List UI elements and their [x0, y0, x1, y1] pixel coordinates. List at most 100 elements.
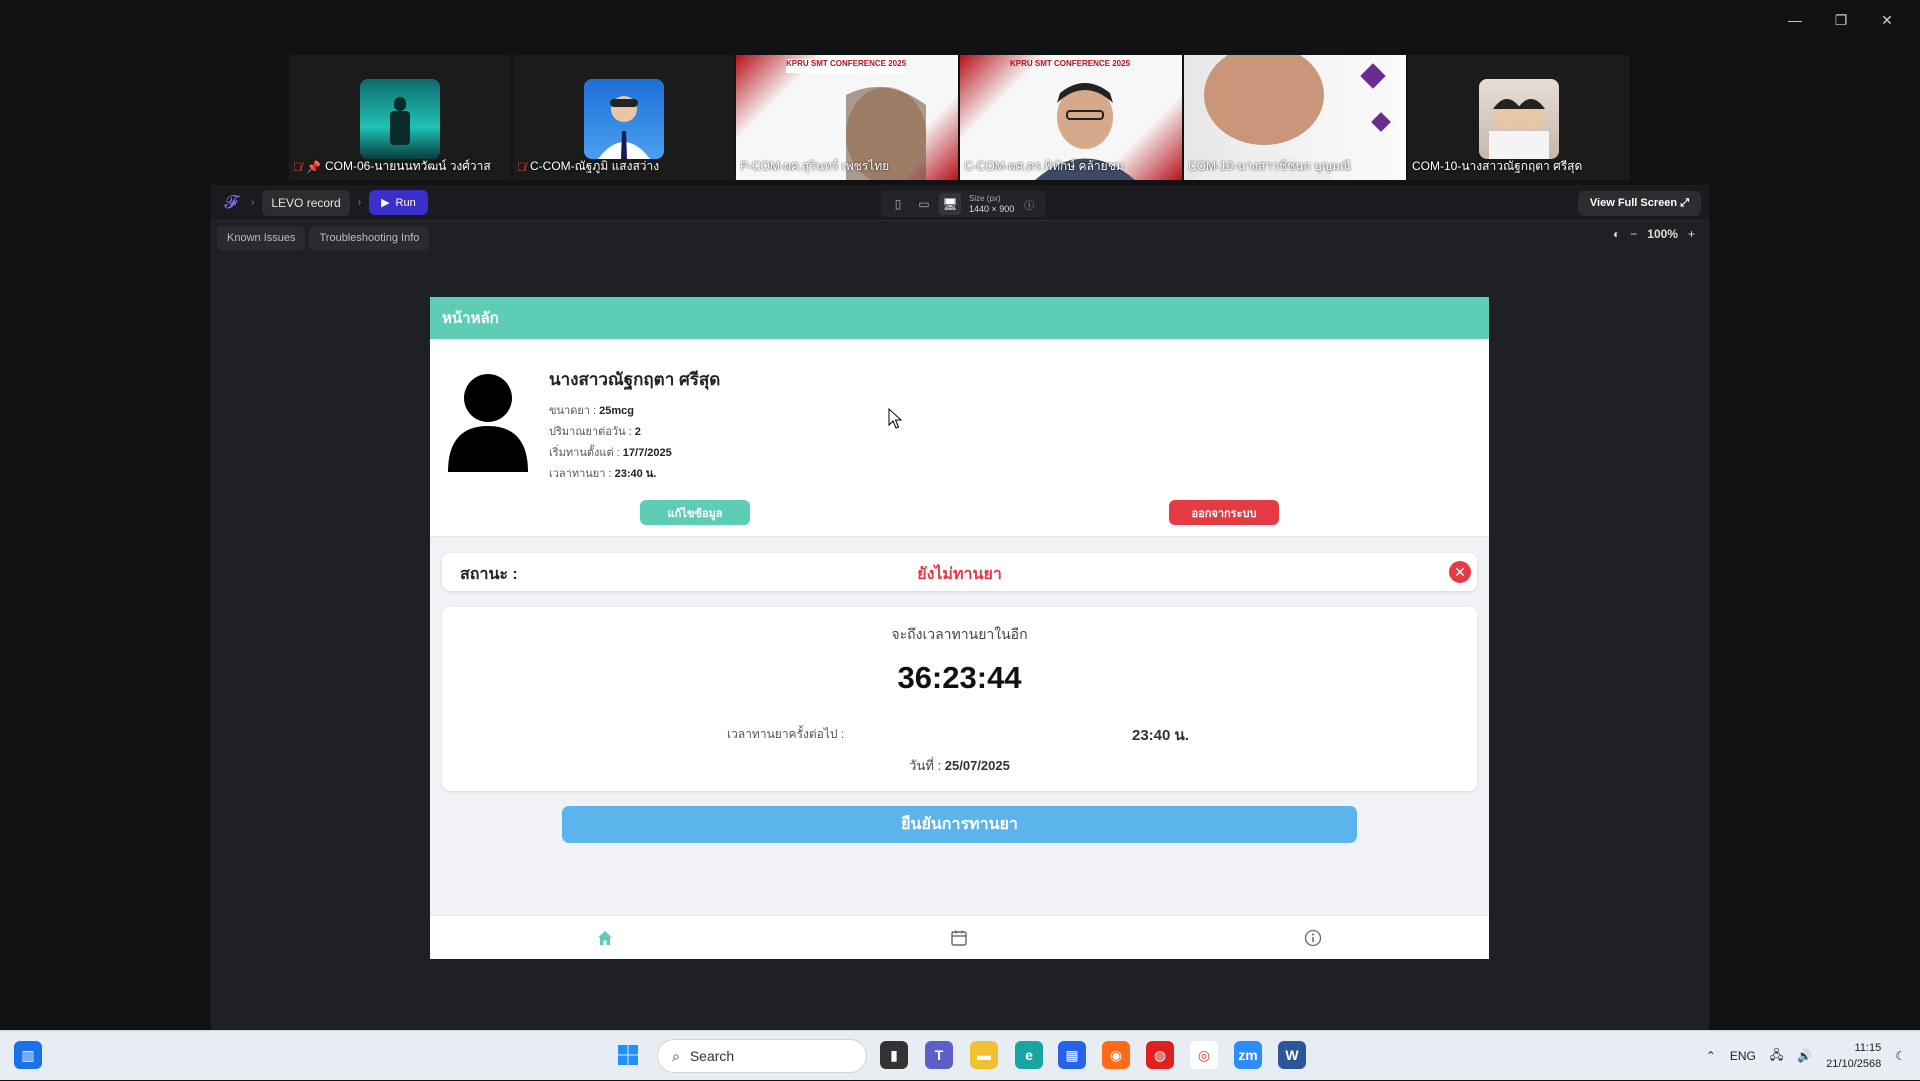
countdown-card: จะถึงเวลาทานยาในอีก 36:23:44 เวลาทานยาคร…	[442, 607, 1477, 791]
run-button[interactable]: ▶ Run	[369, 190, 428, 215]
desktop-icon[interactable]: 🖥	[939, 193, 961, 215]
info-icon[interactable]: ⓘ	[1018, 193, 1040, 215]
participant-name: P-COM-ผศ.สุรินทร์ เพชรไทย	[740, 159, 890, 173]
restore-icon[interactable]: ❐	[1818, 8, 1864, 32]
zoom-icon[interactable]: zm	[1234, 1041, 1262, 1069]
play-icon: ▶	[381, 197, 390, 209]
builder-subbar: Known Issues Troubleshooting Info ◐ − 10…	[211, 221, 1709, 255]
status-label: สถานะ :	[460, 566, 518, 583]
participant-name: C-COM-ณัฐภูมิ แสงสว่าง	[530, 159, 660, 173]
search-icon: ⌕	[672, 1047, 680, 1064]
bottom-nav	[430, 915, 1489, 959]
time-value: 23:40 น.	[614, 468, 657, 480]
expand-icon: ⤢	[1680, 197, 1689, 209]
word-icon[interactable]: W	[1278, 1041, 1306, 1069]
notification-icon[interactable]: ☾	[1895, 1049, 1906, 1063]
widgets-icon[interactable]: ▥	[14, 1041, 42, 1069]
date-label: วันที่ :	[909, 758, 942, 773]
view-full-screen-button[interactable]: View Full Screen ⤢	[1577, 191, 1701, 216]
participant-avatar	[1479, 79, 1559, 159]
start-label: เริ่มทานตั้งแต่ :	[549, 447, 620, 459]
participant-tile[interactable]: COM-10-นางสาวณัฐกฤตา ศรีสุด	[1408, 55, 1630, 180]
info-icon[interactable]	[1301, 926, 1325, 950]
breadcrumb-chevron-icon: ›	[251, 197, 255, 208]
participant-name: COM-10-นางสาวชิชนก บุญมณี	[1188, 159, 1351, 173]
next-dose-label: เวลาทานยาครั้งต่อไป :	[727, 727, 845, 741]
participant-tile[interactable]: 🎙̸ 📌 COM-06-นายนนทวัฒน์ วงศ์วาส	[289, 55, 511, 180]
project-name[interactable]: LEVO record	[262, 189, 350, 216]
troubleshooting-button[interactable]: Troubleshooting Info	[309, 226, 430, 250]
known-issues-button[interactable]: Known Issues	[217, 226, 306, 250]
teams-icon[interactable]: T	[925, 1041, 953, 1069]
date-value: 25/07/2025	[944, 758, 1010, 773]
status-x-icon: ✕	[1449, 561, 1471, 583]
participant-avatar	[584, 79, 664, 159]
conference-banner: KPRU SMT CONFERENCE 2025	[786, 59, 907, 68]
participant-tile[interactable]: 🎙̸ C-COM-ณัฐภูมิ แสงสว่าง	[513, 55, 735, 180]
profile-card: นางสาวณัฐกฤตา ศรีสุด ขนาดยา : 25mcg ปริม…	[430, 339, 1489, 537]
countdown-title: จะถึงเวลาทานยาในอีก	[891, 626, 1028, 642]
close-icon[interactable]: ✕	[1864, 8, 1910, 32]
pin-icon: 📌	[306, 159, 321, 174]
preview-size: Size (px) 1440 × 900	[969, 193, 1015, 214]
user-avatar-icon	[448, 374, 528, 472]
participant-video-tile[interactable]: KPRU SMT CONFERENCE 2025 P-COM-ผศ.สุรินท…	[736, 55, 958, 180]
logout-button[interactable]: ออกจากระบบ	[1169, 500, 1279, 525]
status-value: ยังไม่ทานยา	[917, 566, 1002, 583]
participant-strip: 🎙̸ 📌 COM-06-นายนนทวัฒน์ วงศ์วาส 🎙̸ C-COM-ณั…	[0, 55, 1920, 180]
participant-name: C-COM-ผศ.ดร.พิทักษ์ คล้ายชม	[964, 159, 1124, 173]
search-input[interactable]: ⌕ Search	[657, 1039, 867, 1073]
volume-icon[interactable]: 🔊	[1797, 1049, 1812, 1063]
task-view-icon[interactable]: ▮	[880, 1041, 908, 1069]
profile-info: นางสาวณัฐกฤตา ศรีสุด ขนาดยา : 25mcg ปริม…	[549, 366, 720, 485]
per-day-value: 2	[634, 426, 641, 438]
builder-logo-icon[interactable]: 𝓕	[219, 192, 243, 213]
countdown-value: 36:23:44	[897, 660, 1022, 695]
mic-off-icon: 🎙̸	[517, 159, 526, 174]
participant-video-tile[interactable]: COM-10-นางสาวชิชนก บุญมณี	[1184, 55, 1406, 180]
tablet-icon[interactable]: ▭	[913, 193, 935, 215]
zoom-level: 100%	[1647, 227, 1678, 241]
mic-off-icon: 🎙̸	[293, 159, 302, 174]
taskbar: ▥ ⌕ Search ▮ T ▬ e ▦ ◉ ◍ ◎ zm W ⌃ ENG 🖧 …	[0, 1030, 1920, 1080]
minimize-icon[interactable]: —	[1772, 8, 1818, 32]
dark-mode-icon[interactable]: ◐	[1613, 227, 1620, 241]
patient-name: นางสาวณัฐกฤตา ศรีสุด	[549, 370, 721, 389]
participant-video-tile[interactable]: KPRU SMT CONFERENCE 2025 C-COM-ผศ.ดร.พิท…	[960, 55, 1182, 180]
chrome-icon[interactable]: ◎	[1190, 1041, 1218, 1069]
mouse-cursor-icon	[888, 408, 902, 429]
builder-toolbar: 𝓕 › LEVO record › ▶ Run ▯ ▭ 🖥 Size (px) 1…	[211, 185, 1709, 221]
app-builder-panel: 𝓕 › LEVO record › ▶ Run ▯ ▭ 🖥 Size (px) 1…	[211, 185, 1709, 1030]
clock[interactable]: 11:15 21/10/2568	[1826, 1040, 1881, 1072]
window-controls: — ❐ ✕	[1772, 8, 1910, 32]
device-switcher: ▯ ▭ 🖥 Size (px) 1440 × 900 ⓘ	[881, 191, 1047, 217]
breadcrumb-chevron-icon: ›	[357, 197, 362, 208]
app-preview: หน้าหลัก นางสาวณัฐกฤตา ศรีสุด ขนาดยา : 2…	[430, 297, 1489, 959]
dose-label: ขนาดยา :	[549, 405, 597, 417]
language-indicator[interactable]: ENG	[1730, 1049, 1756, 1063]
participant-name: COM-10-นางสาวณัฐกฤตา ศรีสุด	[1412, 159, 1583, 173]
participant-avatar	[360, 79, 440, 159]
zoom-controls: ◐ − 100% +	[1613, 227, 1695, 241]
phone-icon[interactable]: ▯	[887, 193, 909, 215]
file-explorer-icon[interactable]: ▬	[970, 1041, 998, 1069]
firefox-icon[interactable]: ◉	[1102, 1041, 1130, 1069]
app-red-icon[interactable]: ◍	[1146, 1041, 1174, 1069]
conference-banner: KPRU SMT CONFERENCE 2025	[1010, 59, 1131, 68]
calendar-icon[interactable]	[947, 926, 971, 950]
time-label: เวลาทานยา :	[549, 468, 612, 480]
page-title: หน้าหลัก	[430, 297, 1489, 339]
zoom-in-icon[interactable]: +	[1688, 227, 1695, 241]
edge-icon[interactable]: e	[1015, 1041, 1043, 1069]
per-day-label: ปริมาณยาต่อวัน :	[549, 426, 632, 438]
zoom-out-icon[interactable]: −	[1630, 227, 1637, 241]
edit-profile-button[interactable]: แก้ไขข้อมูล	[640, 500, 750, 525]
next-dose-time: 23:40 น.	[1132, 727, 1189, 744]
confirm-dose-button[interactable]: ยืนยันการทานยา	[562, 806, 1357, 843]
home-icon[interactable]	[593, 926, 617, 950]
chevron-up-icon[interactable]: ⌃	[1706, 1049, 1716, 1063]
participant-name: COM-06-นายนนทวัฒน์ วงศ์วาส	[324, 159, 491, 173]
network-icon[interactable]: 🖧	[1770, 1046, 1783, 1067]
start-icon[interactable]	[614, 1041, 642, 1069]
store-icon[interactable]: ▦	[1058, 1041, 1086, 1069]
